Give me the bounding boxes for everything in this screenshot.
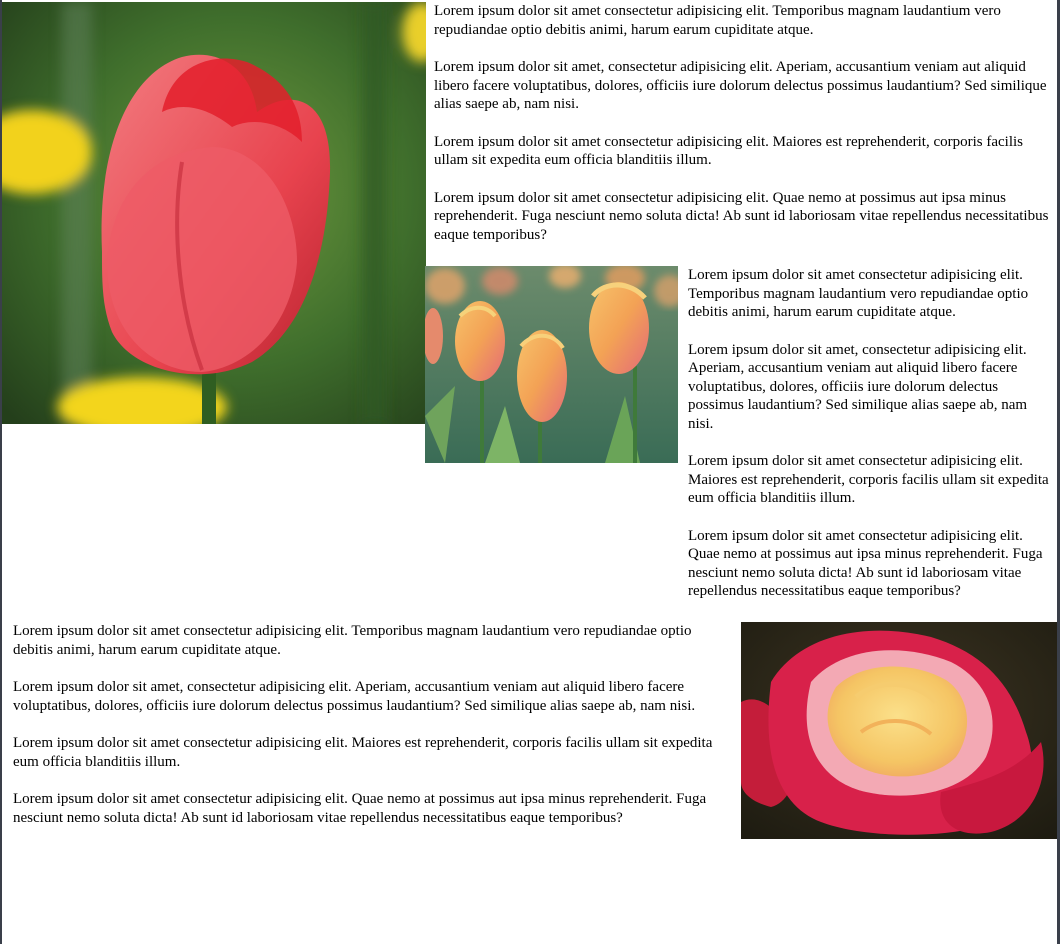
text-section-2: Lorem ipsum dolor sit amet consectetur a… xyxy=(688,266,1050,620)
paragraph: Lorem ipsum dolor sit amet consectetur a… xyxy=(434,3,1001,38)
paragraph: Lorem ipsum dolor sit amet, consectetur … xyxy=(688,341,1028,432)
red-tulip-image xyxy=(2,2,426,424)
red-tulip-graphic xyxy=(2,2,426,424)
paragraph: Lorem ipsum dolor sit amet consectetur a… xyxy=(434,133,1023,169)
rose-image xyxy=(741,622,1057,839)
text-section-1: Lorem ipsum dolor sit amet consectetur a… xyxy=(434,2,1050,263)
paragraph: Lorem ipsum dolor sit amet consectetur a… xyxy=(688,453,1049,506)
paragraph: Lorem ipsum dolor sit amet consectetur a… xyxy=(13,735,713,770)
tulip-field-graphic xyxy=(425,266,678,463)
paragraph: Lorem ipsum dolor sit amet, consectetur … xyxy=(13,679,696,714)
paragraph: Lorem ipsum dolor sit amet consectetur a… xyxy=(434,189,1049,243)
rose-graphic xyxy=(741,622,1057,839)
tulip-field-image xyxy=(425,266,678,463)
paragraph: Lorem ipsum dolor sit amet consectetur a… xyxy=(13,791,707,826)
text-section-3: Lorem ipsum dolor sit amet consectetur a… xyxy=(13,622,733,846)
paragraph: Lorem ipsum dolor sit amet consectetur a… xyxy=(13,623,692,658)
paragraph: Lorem ipsum dolor sit amet consectetur a… xyxy=(688,527,1043,600)
paragraph: Lorem ipsum dolor sit amet consectetur a… xyxy=(688,267,1029,320)
paragraph: Lorem ipsum dolor sit amet, consectetur … xyxy=(434,59,1047,112)
